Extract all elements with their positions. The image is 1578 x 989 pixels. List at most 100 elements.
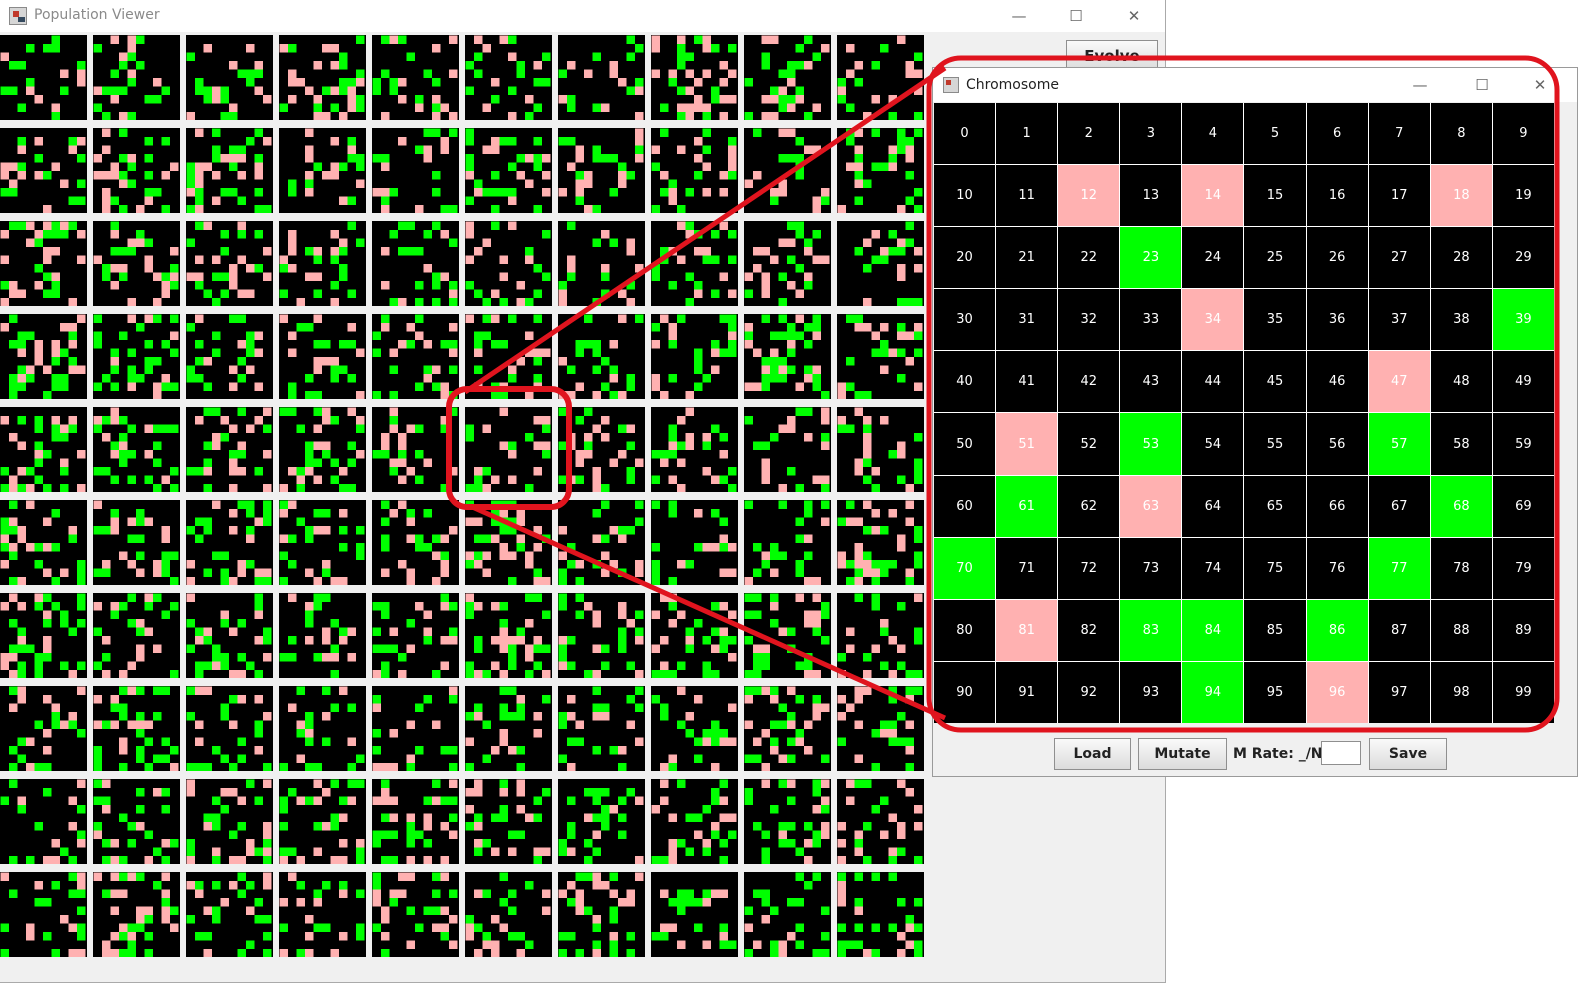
gene-cell[interactable]: 81 [996,599,1058,661]
gene-cell[interactable]: 60 [934,475,996,537]
gene-cell[interactable]: 24 [1182,227,1244,289]
population-member[interactable] [837,686,924,772]
population-member[interactable] [837,35,924,121]
gene-cell[interactable]: 73 [1120,537,1182,599]
population-member[interactable] [186,35,273,121]
population-member[interactable] [0,221,87,307]
gene-cell[interactable]: 89 [1492,599,1554,661]
gene-cell[interactable]: 62 [1058,475,1120,537]
population-member[interactable] [279,35,366,121]
gene-cell[interactable]: 41 [996,351,1058,413]
gene-cell[interactable]: 95 [1244,661,1306,723]
population-member[interactable] [558,314,645,400]
gene-cell[interactable]: 78 [1430,537,1492,599]
chromosome-titlebar[interactable]: Chromosome — ☐ ✕ [933,68,1577,102]
population-member[interactable] [744,686,831,772]
population-member[interactable] [651,407,738,493]
population-member[interactable] [372,407,459,493]
gene-cell[interactable]: 31 [996,289,1058,351]
close-button[interactable]: ✕ [1111,0,1157,32]
population-member[interactable] [93,686,180,772]
gene-cell[interactable]: 42 [1058,351,1120,413]
population-member[interactable] [186,500,273,586]
gene-cell[interactable]: 25 [1244,227,1306,289]
population-member[interactable] [0,314,87,400]
gene-cell[interactable]: 44 [1182,351,1244,413]
gene-cell[interactable]: 35 [1244,289,1306,351]
population-member[interactable] [0,128,87,214]
gene-cell[interactable]: 8 [1430,103,1492,165]
gene-cell[interactable]: 20 [934,227,996,289]
gene-cell[interactable]: 34 [1182,289,1244,351]
population-member[interactable] [651,686,738,772]
gene-cell[interactable]: 56 [1306,413,1368,475]
population-member[interactable] [837,593,924,679]
population-member[interactable] [465,872,552,958]
population-member[interactable] [372,779,459,865]
population-member[interactable] [558,686,645,772]
population-member[interactable] [651,128,738,214]
evolve-button[interactable]: Evolve [1066,40,1158,70]
population-member[interactable] [372,872,459,958]
gene-cell[interactable]: 58 [1430,413,1492,475]
population-member[interactable] [0,872,87,958]
gene-cell[interactable]: 51 [996,413,1058,475]
gene-cell[interactable]: 67 [1368,475,1430,537]
gene-cell[interactable]: 52 [1058,413,1120,475]
gene-cell[interactable]: 96 [1306,661,1368,723]
population-member[interactable] [465,779,552,865]
gene-cell[interactable]: 29 [1492,227,1554,289]
minimize-button[interactable]: — [996,0,1042,32]
gene-cell[interactable]: 61 [996,475,1058,537]
gene-cell[interactable]: 88 [1430,599,1492,661]
population-member[interactable] [651,593,738,679]
gene-cell[interactable]: 12 [1058,165,1120,227]
gene-cell[interactable]: 97 [1368,661,1430,723]
gene-cell[interactable]: 27 [1368,227,1430,289]
gene-cell[interactable]: 98 [1430,661,1492,723]
gene-cell[interactable]: 23 [1120,227,1182,289]
gene-cell[interactable]: 75 [1244,537,1306,599]
gene-cell[interactable]: 40 [934,351,996,413]
gene-cell[interactable]: 99 [1492,661,1554,723]
population-member[interactable] [744,314,831,400]
gene-cell[interactable]: 2 [1058,103,1120,165]
gene-cell[interactable]: 45 [1244,351,1306,413]
gene-cell[interactable]: 49 [1492,351,1554,413]
gene-cell[interactable]: 28 [1430,227,1492,289]
save-button[interactable]: Save [1369,738,1447,770]
chromosome-maximize-button[interactable]: ☐ [1459,69,1505,101]
gene-cell[interactable]: 30 [934,289,996,351]
population-member[interactable] [744,500,831,586]
population-member[interactable] [372,221,459,307]
gene-cell[interactable]: 90 [934,661,996,723]
population-member[interactable] [279,407,366,493]
population-member[interactable] [651,872,738,957]
gene-cell[interactable]: 38 [1430,289,1492,351]
chromosome-close-button[interactable]: ✕ [1517,69,1563,101]
population-member[interactable] [651,500,738,586]
gene-cell[interactable]: 87 [1368,599,1430,661]
gene-cell[interactable]: 86 [1306,599,1368,661]
population-member[interactable] [465,686,552,772]
population-member[interactable] [837,221,924,307]
population-member[interactable] [837,500,924,586]
population-member[interactable] [465,128,552,214]
population-member[interactable] [558,593,645,679]
population-member[interactable] [279,872,366,958]
gene-cell[interactable]: 32 [1058,289,1120,351]
population-member[interactable] [651,35,738,121]
population-member[interactable] [558,221,645,307]
population-member[interactable] [0,500,87,586]
population-member[interactable] [93,872,180,958]
gene-cell[interactable]: 80 [934,599,996,661]
gene-cell[interactable]: 19 [1492,165,1554,227]
gene-cell[interactable]: 16 [1306,165,1368,227]
population-member[interactable] [279,779,366,865]
gene-cell[interactable]: 13 [1120,165,1182,227]
population-member[interactable] [465,221,552,307]
population-member[interactable] [0,593,87,679]
population-member[interactable] [744,221,831,307]
gene-cell[interactable]: 63 [1120,475,1182,537]
gene-cell[interactable]: 64 [1182,475,1244,537]
